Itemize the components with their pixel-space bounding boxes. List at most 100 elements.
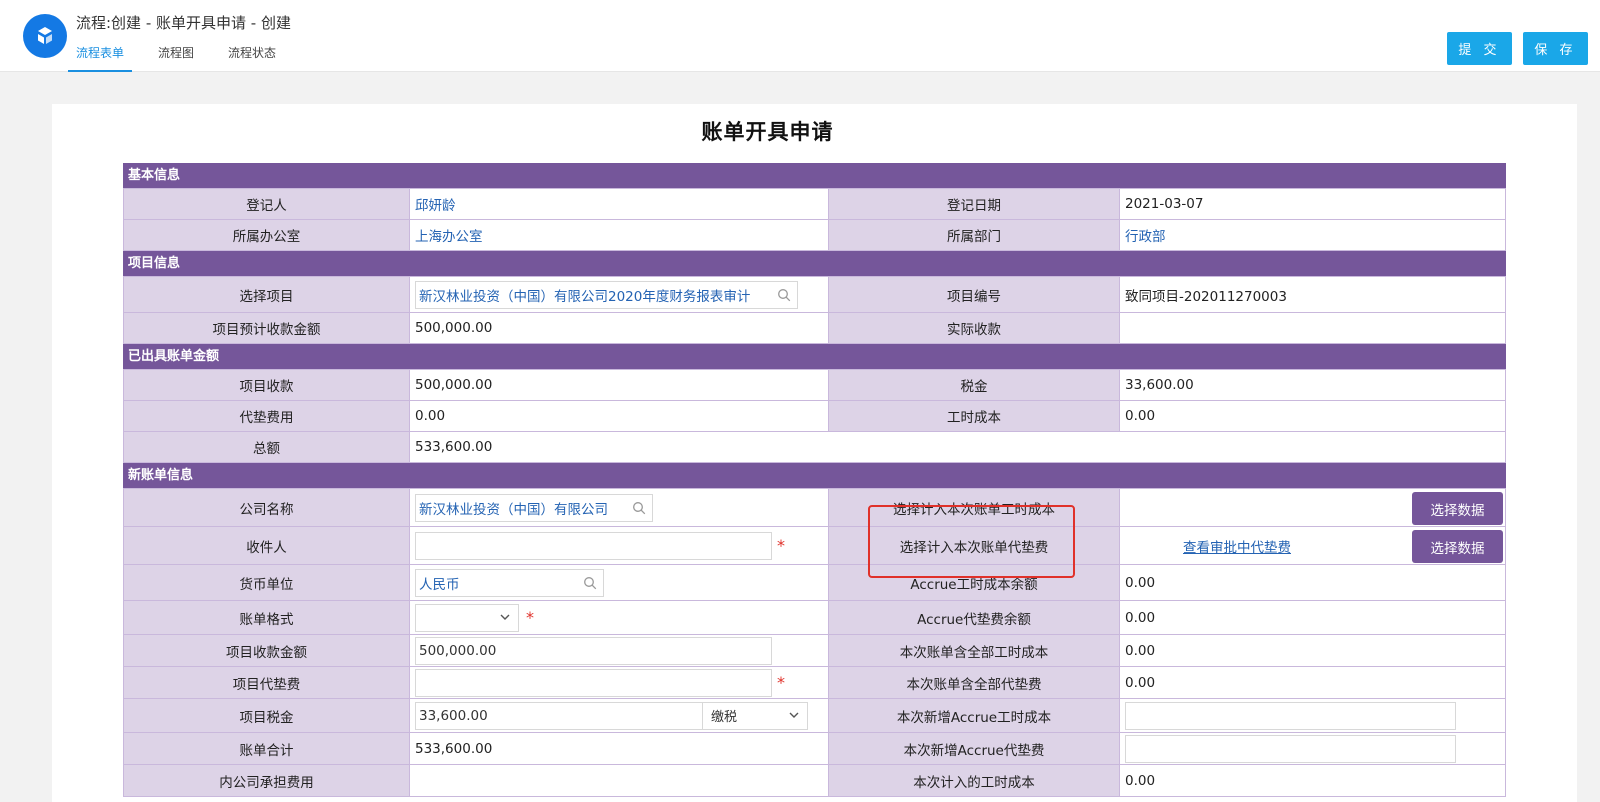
new-accrue-labor-input[interactable] bbox=[1125, 701, 1456, 730]
company-label: 公司名称 bbox=[123, 489, 410, 526]
table-row: 选择项目 新汉林业投资（中国）有限公司2020年度财务报表审计 项目编号 致同项… bbox=[123, 277, 1506, 313]
section-project-info: 项目信息 bbox=[123, 251, 1506, 277]
issued-receipt-value: 500,000.00 bbox=[410, 370, 829, 400]
include-advance-label: 选择计入本次账单代垫费 bbox=[829, 527, 1120, 564]
issued-tax-label: 税金 bbox=[829, 370, 1120, 400]
table-row: 项目收款 500,000.00 税金 33,600.00 bbox=[123, 370, 1506, 401]
app-header: 流程:创建 - 账单开具申请 - 创建 流程表单 流程图 流程状态 提 交 保 … bbox=[0, 0, 1600, 72]
all-advance-label: 本次账单含全部代垫费 bbox=[829, 667, 1120, 698]
new-accrue-labor-cell bbox=[1120, 699, 1506, 732]
reg-date-value: 2021-03-07 bbox=[1120, 189, 1506, 219]
currency-input[interactable]: 人民币 bbox=[415, 568, 604, 597]
tax-mode-value: 缴税 bbox=[711, 710, 738, 725]
bill-format-select[interactable] bbox=[415, 603, 519, 632]
new-accrue-advance-input[interactable] bbox=[1125, 734, 1456, 763]
select-project-input[interactable]: 新汉林业投资（中国）有限公司2020年度财务报表审计 bbox=[415, 280, 798, 309]
submit-button[interactable]: 提 交 bbox=[1447, 32, 1512, 65]
section-new-bill: 新账单信息 bbox=[123, 463, 1506, 489]
form-title: 账单开具申请 bbox=[701, 120, 834, 144]
recipient-input[interactable] bbox=[415, 531, 772, 560]
recipient-cell: * bbox=[410, 527, 829, 564]
search-icon[interactable] bbox=[583, 576, 597, 594]
company-input[interactable]: 新汉林业投资（中国）有限公司 bbox=[415, 493, 653, 522]
project-advance-label: 项目代垫费 bbox=[123, 667, 410, 698]
table-row: 登记人 邱妍龄 登记日期 2021-03-07 bbox=[123, 189, 1506, 220]
accrue-labor-label: Accrue工时成本余额 bbox=[829, 565, 1120, 600]
issued-advance-label: 代垫费用 bbox=[123, 401, 410, 431]
project-tax-cell: 33,600.00 缴税 bbox=[410, 699, 829, 732]
issued-receipt-label: 项目收款 bbox=[123, 370, 410, 400]
accrue-advance-value: 0.00 bbox=[1120, 601, 1506, 634]
window-title: 流程:创建 - 账单开具申请 - 创建 bbox=[76, 14, 291, 32]
table-row: 项目代垫费 * 本次账单含全部代垫费 0.00 bbox=[123, 667, 1506, 699]
project-code-label: 项目编号 bbox=[829, 277, 1120, 312]
select-project-value: 新汉林业投资（中国）有限公司2020年度财务报表审计 bbox=[419, 288, 751, 305]
search-icon[interactable] bbox=[777, 288, 791, 306]
new-accrue-advance-cell bbox=[1120, 733, 1506, 764]
expected-amount-label: 项目预计收款金额 bbox=[123, 313, 410, 343]
tab-status[interactable]: 流程状态 bbox=[220, 44, 284, 72]
issued-total-label: 总额 bbox=[123, 432, 410, 462]
bill-format-label: 账单格式 bbox=[123, 601, 410, 634]
actual-receipt-value bbox=[1120, 313, 1506, 343]
issued-tax-value: 33,600.00 bbox=[1120, 370, 1506, 400]
accrue-advance-label: Accrue代垫费余额 bbox=[829, 601, 1120, 634]
table-row: 公司名称 新汉林业投资（中国）有限公司 选择计入本次账单工时成本 选择数据 bbox=[123, 489, 1506, 527]
table-row: 项目预计收款金额 500,000.00 实际收款 bbox=[123, 313, 1506, 344]
all-labor-value: 0.00 bbox=[1120, 635, 1506, 666]
table-row: 账单合计 533,600.00 本次新增Accrue代垫费 bbox=[123, 733, 1506, 765]
all-advance-value: 0.00 bbox=[1120, 667, 1506, 698]
accrue-labor-value: 0.00 bbox=[1120, 565, 1506, 600]
table-row: 账单格式 * Accrue代垫费余额 0.00 bbox=[123, 601, 1506, 635]
project-tax-input[interactable]: 33,600.00 bbox=[415, 701, 702, 730]
new-accrue-advance-label: 本次新增Accrue代垫费 bbox=[829, 733, 1120, 764]
inner-cost-value bbox=[410, 765, 829, 796]
required-star-icon: * bbox=[777, 672, 785, 692]
select-project-cell: 新汉林业投资（中国）有限公司2020年度财务报表审计 bbox=[410, 277, 829, 312]
save-button[interactable]: 保 存 bbox=[1523, 32, 1588, 65]
chevron-down-icon bbox=[789, 708, 799, 723]
issued-labor-value: 0.00 bbox=[1120, 401, 1506, 431]
recipient-label: 收件人 bbox=[123, 527, 410, 564]
section-issued-amount: 已出具账单金额 bbox=[123, 344, 1506, 370]
currency-value: 人民币 bbox=[419, 576, 460, 593]
select-labor-data-button[interactable]: 选择数据 bbox=[1412, 492, 1503, 525]
project-receipt-cell: 500,000.00 bbox=[410, 635, 829, 666]
tab-bar: 流程表单 流程图 流程状态 bbox=[68, 44, 284, 72]
expected-amount-value: 500,000.00 bbox=[410, 313, 829, 343]
table-row: 内公司承担费用 本次计入的工时成本 0.00 bbox=[123, 765, 1506, 797]
reg-date-label: 登记日期 bbox=[829, 189, 1120, 219]
tab-flowchart[interactable]: 流程图 bbox=[150, 44, 202, 72]
search-icon[interactable] bbox=[632, 501, 646, 519]
registrant-value[interactable]: 邱妍龄 bbox=[410, 189, 829, 219]
this-labor-value: 0.00 bbox=[1120, 765, 1506, 796]
include-labor-cell: 选择数据 bbox=[1120, 489, 1506, 526]
bill-format-cell: * bbox=[410, 601, 829, 634]
select-advance-data-button[interactable]: 选择数据 bbox=[1412, 530, 1503, 563]
office-value[interactable]: 上海办公室 bbox=[410, 220, 829, 250]
currency-cell: 人民币 bbox=[410, 565, 829, 600]
issued-total-value: 533,600.00 bbox=[410, 432, 1506, 462]
inner-cost-label: 内公司承担费用 bbox=[123, 765, 410, 796]
include-labor-label: 选择计入本次账单工时成本 bbox=[829, 489, 1120, 526]
tax-mode-select[interactable]: 缴税 bbox=[702, 701, 808, 730]
view-advance-link[interactable]: 查看审批中代垫费 bbox=[1183, 536, 1291, 556]
table-row: 项目收款金额 500,000.00 本次账单含全部工时成本 0.00 bbox=[123, 635, 1506, 667]
office-label: 所属办公室 bbox=[123, 220, 410, 250]
required-star-icon: * bbox=[777, 535, 785, 555]
project-advance-input[interactable] bbox=[415, 668, 772, 697]
project-receipt-input[interactable]: 500,000.00 bbox=[415, 636, 772, 665]
project-advance-cell: * bbox=[410, 667, 829, 698]
project-code-value: 致同项目-202011270003 bbox=[1120, 277, 1506, 312]
table-row: 货币单位 人民币 Accrue工时成本余额 0.00 bbox=[123, 565, 1506, 601]
dept-value[interactable]: 行政部 bbox=[1120, 220, 1506, 250]
table-row: 所属办公室 上海办公室 所属部门 行政部 bbox=[123, 220, 1506, 251]
bill-total-value: 533,600.00 bbox=[410, 733, 829, 764]
tab-form[interactable]: 流程表单 bbox=[68, 44, 133, 72]
table-row: 代垫费用 0.00 工时成本 0.00 bbox=[123, 401, 1506, 432]
actual-receipt-label: 实际收款 bbox=[829, 313, 1120, 343]
all-labor-label: 本次账单含全部工时成本 bbox=[829, 635, 1120, 666]
new-accrue-labor-label: 本次新增Accrue工时成本 bbox=[829, 699, 1120, 732]
required-star-icon: * bbox=[526, 607, 534, 627]
registrant-label: 登记人 bbox=[123, 189, 410, 219]
